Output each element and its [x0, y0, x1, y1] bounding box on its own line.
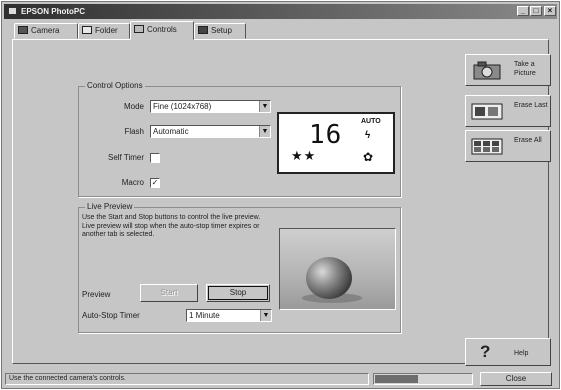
live-preview-legend: Live Preview — [85, 202, 135, 212]
setup-icon — [198, 26, 208, 34]
erase-all-button[interactable]: Erase All — [465, 130, 551, 162]
flash-select-value: Automatic — [153, 127, 189, 136]
macro-label: Macro — [121, 178, 144, 187]
controls-icon — [134, 25, 144, 33]
camera-icon — [473, 61, 501, 80]
lcd-quality-icon: ★★ — [291, 148, 317, 163]
flash-label: Flash — [124, 127, 144, 136]
erase-last-icon — [471, 103, 503, 120]
tab-folder[interactable]: Folder — [78, 23, 130, 39]
self-timer-checkbox[interactable] — [150, 153, 160, 163]
live-preview-description: Use the Start and Stop buttons to contro… — [82, 214, 261, 238]
chevron-down-icon[interactable]: ▼ — [259, 101, 270, 112]
tab-camera-label: Camera — [31, 26, 60, 35]
flash-select[interactable]: Automatic ▼ — [150, 125, 271, 138]
lcd-macro-icon: ✿ — [363, 150, 374, 164]
lcd-flash-icon: ϟ — [365, 130, 371, 141]
progress-bar-fill — [375, 375, 418, 383]
minimize-button[interactable]: _ — [517, 6, 529, 16]
mode-select[interactable]: Fine (1024x768) ▼ — [150, 100, 271, 113]
preview-ball — [306, 257, 352, 299]
control-options-legend: Control Options — [85, 81, 145, 91]
maximize-button[interactable]: □ — [530, 6, 542, 16]
erase-last-label: Erase Last — [514, 102, 548, 109]
help-button[interactable]: ? Help — [465, 338, 551, 366]
auto-stop-label: Auto-Stop Timer — [82, 311, 140, 320]
app-icon — [8, 7, 17, 15]
self-timer-label: Self Timer — [107, 153, 144, 162]
mode-select-value: Fine (1024x768) — [153, 102, 212, 111]
close-window-button[interactable]: × — [544, 6, 556, 16]
macro-checkbox[interactable]: ✓ — [150, 178, 160, 188]
help-label: Help — [514, 350, 529, 357]
tab-controls[interactable]: Controls — [130, 21, 194, 40]
erase-all-icon — [471, 138, 503, 155]
live-preview-image — [279, 228, 396, 310]
auto-stop-select[interactable]: 1 Minute ▼ — [186, 309, 272, 322]
stop-preview-button[interactable]: Stop — [206, 284, 270, 302]
erase-last-button[interactable]: Erase Last — [465, 95, 551, 127]
chevron-down-icon[interactable]: ▼ — [260, 310, 271, 321]
title-bar: EPSON PhotoPC _ □ × — [4, 4, 557, 19]
start-preview-button[interactable]: Start — [140, 284, 198, 302]
app-window: EPSON PhotoPC _ □ × Camera Folder Contro… — [1, 1, 560, 389]
progress-bar — [373, 373, 473, 385]
tab-folder-label: Folder — [95, 26, 118, 35]
camera-icon — [18, 26, 28, 34]
take-picture-button[interactable]: Take a Picture — [465, 54, 551, 86]
lcd-photo-count: 16 — [309, 120, 343, 150]
tab-camera[interactable]: Camera — [14, 23, 78, 39]
preview-label: Preview — [82, 290, 111, 299]
lcd-auto-indicator: AUTO — [361, 118, 381, 125]
take-picture-label: Take a Picture — [514, 61, 536, 77]
tab-setup-label: Setup — [211, 26, 232, 35]
chevron-down-icon[interactable]: ▼ — [259, 126, 270, 137]
mode-label: Mode — [123, 102, 144, 111]
close-button[interactable]: Close — [480, 372, 552, 386]
status-bar-text: Use the connected camera's controls. — [5, 373, 369, 385]
tab-controls-label: Controls — [147, 25, 177, 34]
tab-setup[interactable]: Setup — [194, 23, 246, 39]
window-title: EPSON PhotoPC — [21, 7, 86, 16]
erase-all-label: Erase All — [514, 137, 542, 144]
camera-lcd-display: 16 AUTO ϟ ★★ ✿ — [277, 112, 395, 174]
auto-stop-select-value: 1 Minute — [189, 311, 220, 320]
help-icon: ? — [480, 342, 491, 361]
folder-icon — [82, 26, 92, 34]
